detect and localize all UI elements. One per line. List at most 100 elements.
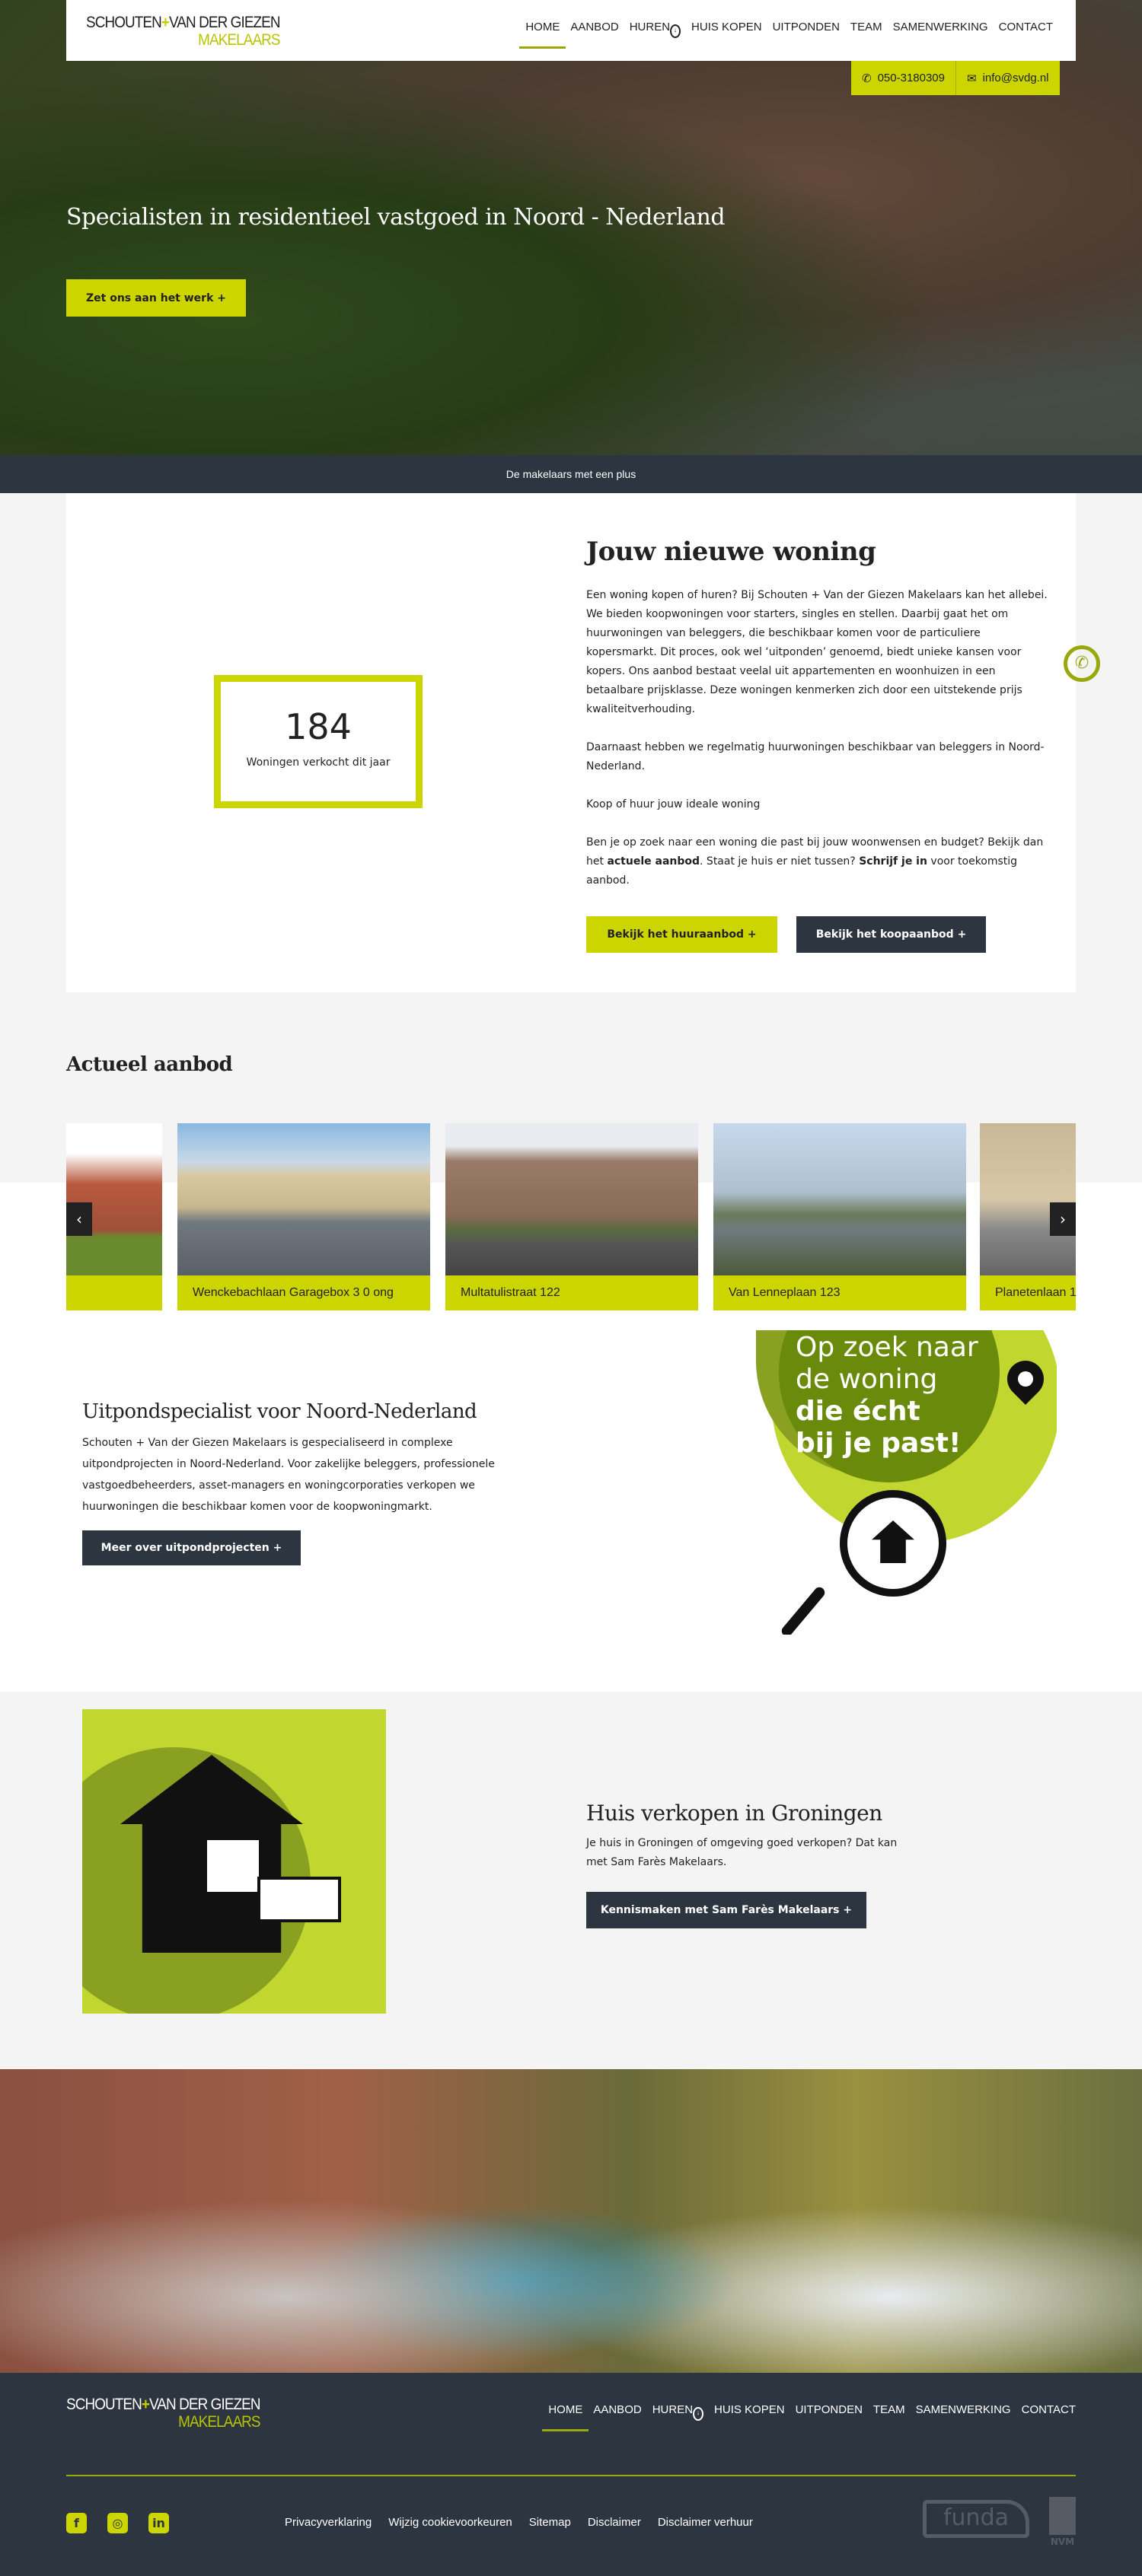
stat-value: 184 <box>285 706 352 747</box>
logo-text: VAN DER GIEZEN <box>148 2396 261 2413</box>
property-card[interactable]: Van Lenneplaan 123 <box>713 1123 966 1310</box>
magnifier-handle <box>779 1584 828 1635</box>
stat-box: 184 Woningen verkocht dit jaar <box>214 675 423 808</box>
intro-title: Jouw nieuwe woning <box>586 537 876 567</box>
phone-link[interactable]: ✆ 050-3180309 <box>851 61 955 95</box>
funda-logo[interactable]: funda <box>923 2500 1029 2538</box>
verkopen-title: Huis verkopen in Groningen <box>586 1801 882 1826</box>
kennismaken-button[interactable]: Kennismaken met Sam Farès Makelaars + <box>586 1892 866 1928</box>
social-links: f ◎ in <box>66 2513 169 2533</box>
hero-cta-button[interactable]: Zet ons aan het werk + <box>66 279 246 317</box>
sitemap-link[interactable]: Sitemap <box>529 2516 571 2529</box>
illus-line: die écht <box>796 1396 920 1427</box>
nav-uitponden[interactable]: UITPONDEN <box>773 21 840 49</box>
house-sale-illustration <box>82 1709 386 2014</box>
schrijf-je-in-link[interactable]: Schrijf je in <box>859 855 927 868</box>
property-image <box>713 1123 966 1275</box>
property-address: Multatulistraat 122 <box>445 1275 698 1310</box>
email-link[interactable]: ✉ info@svdg.nl <box>955 61 1060 95</box>
cookie-link[interactable]: Wijzig cookievoorkeuren <box>388 2516 512 2529</box>
huuraanbod-button[interactable]: Bekijk het huuraanbod + <box>586 916 777 953</box>
uitpond-button[interactable]: Meer over uitpondprojecten + <box>82 1530 301 1565</box>
nav-samenwerking[interactable]: SAMENWERKING <box>916 2403 1011 2431</box>
nav-label: HUREN <box>652 2403 694 2416</box>
hero-title: Specialisten in residentieel vastgoed in… <box>66 204 726 231</box>
footer: SCHOUTEN+VAN DER GIEZEN MAKELAARS HOME A… <box>0 2373 1142 2576</box>
disclaimer-link[interactable]: Disclaimer <box>588 2516 641 2529</box>
intro-paragraph: Daarnaast hebben we regelmatig huurwonin… <box>586 741 1045 772</box>
property-card[interactable]: Multatulistraat 122 <box>445 1123 698 1310</box>
nav-huis-kopen[interactable]: HUIS KOPEN <box>714 2403 785 2431</box>
contact-bar: ✆ 050-3180309 ✉ info@svdg.nl <box>851 61 1060 95</box>
main-nav: HOME AANBOD HUREN ↓ HUIS KOPEN UITPONDEN … <box>519 21 1053 49</box>
carousel-next-button[interactable]: › <box>1050 1202 1076 1236</box>
logo-text: SCHOUTEN <box>66 2396 142 2413</box>
property-address: Van Lenneplaan 123 <box>713 1275 966 1310</box>
intro-paragraph: Een woning kopen of huren? Bij Schouten … <box>586 589 1048 715</box>
logo-plus: + <box>161 14 170 31</box>
property-address <box>66 1275 162 1310</box>
mail-icon: ✉ <box>967 72 977 85</box>
property-address: Planetenlaan 1 <box>980 1275 1076 1310</box>
actuele-aanbod-link[interactable]: actuele aanbod <box>607 855 700 868</box>
nvm-mark <box>1049 2497 1076 2535</box>
search-illustration: Op zoek naar de woning die écht bij je p… <box>756 1330 1057 1635</box>
nav-home[interactable]: HOME <box>519 21 566 49</box>
illus-line: bij je past! <box>796 1428 962 1459</box>
property-address: Wenckebachlaan Garagebox 3 0 ong <box>177 1275 430 1310</box>
nav-home[interactable]: HOME <box>542 2403 589 2431</box>
linkedin-icon[interactable]: in <box>148 2513 169 2533</box>
team-photo <box>0 2069 1142 2373</box>
nav-huis-kopen[interactable]: HUIS KOPEN <box>691 21 762 49</box>
nav-team[interactable]: TEAM <box>873 2403 905 2431</box>
instagram-icon[interactable]: ◎ <box>107 2513 128 2533</box>
phone-number: 050-3180309 <box>877 72 945 84</box>
nav-huren[interactable]: HUREN ↓ <box>652 2403 704 2431</box>
property-image <box>177 1123 430 1275</box>
footer-divider <box>66 2475 1076 2476</box>
whatsapp-icon[interactable]: ✆ <box>1064 645 1100 682</box>
footer-logo[interactable]: SCHOUTEN+VAN DER GIEZEN MAKELAARS <box>66 2396 261 2431</box>
nav-contact[interactable]: CONTACT <box>999 21 1053 49</box>
phone-icon: ✆ <box>862 72 872 85</box>
property-image <box>445 1123 698 1275</box>
intro-text: Een woning kopen of huren? Bij Schouten … <box>586 586 1051 890</box>
illus-line: de woning <box>796 1364 938 1395</box>
koopaanbod-button[interactable]: Bekijk het koopaanbod + <box>796 916 986 953</box>
nav-contact[interactable]: CONTACT <box>1022 2403 1076 2431</box>
text: . Staat je huis er niet tussen? <box>700 855 860 868</box>
nav-uitponden[interactable]: UITPONDEN <box>796 2403 863 2431</box>
intro-paragraph: Ben je op zoek naar een woning die past … <box>586 833 1051 890</box>
email-address: info@svdg.nl <box>982 72 1049 84</box>
logo-text: SCHOUTEN <box>86 14 162 31</box>
illus-line: Op zoek naar <box>796 1332 978 1363</box>
nav-aanbod[interactable]: AANBOD <box>593 2403 641 2431</box>
tagline-band: De makelaars met een plus <box>0 455 1142 493</box>
disclaimer-verhuur-link[interactable]: Disclaimer verhuur <box>658 2516 753 2529</box>
privacy-link[interactable]: Privacyverklaring <box>285 2516 372 2529</box>
carousel-prev-button[interactable]: ‹ <box>66 1202 92 1236</box>
nvm-text: NVM <box>1050 2536 1075 2547</box>
magnifier-icon <box>840 1490 946 1597</box>
nav-aanbod[interactable]: AANBOD <box>570 21 618 49</box>
property-image <box>66 1123 162 1275</box>
logo-text: VAN DER GIEZEN <box>168 14 281 31</box>
logo[interactable]: SCHOUTEN+VAN DER GIEZEN MAKELAARS <box>86 14 281 49</box>
chevron-down-icon: ↓ <box>670 24 681 38</box>
footer-links: Privacyverklaring Wijzig cookievoorkeure… <box>285 2516 753 2529</box>
sale-sign-icon <box>257 1877 341 1922</box>
intro-paragraph: Koop of huur jouw ideale woning <box>586 798 761 810</box>
property-card[interactable]: Wenckebachlaan Garagebox 3 0 ong <box>177 1123 430 1310</box>
nav-huren[interactable]: HUREN ↓ <box>630 21 681 49</box>
facebook-icon[interactable]: f <box>66 2513 87 2533</box>
house-icon <box>872 1520 914 1563</box>
illustration-text: Op zoek naar de woning die écht bij je p… <box>796 1332 978 1460</box>
nvm-logo[interactable]: NVM <box>1049 2497 1076 2549</box>
site-header: SCHOUTEN+VAN DER GIEZEN MAKELAARS HOME A… <box>66 0 1076 61</box>
nav-samenwerking[interactable]: SAMENWERKING <box>893 21 988 49</box>
aanbod-title: Actueel aanbod <box>66 1053 233 1076</box>
uitpond-title: Uitpondspecialist voor Noord-Nederland <box>82 1400 477 1423</box>
logo-subtext: MAKELAARS <box>178 2413 260 2431</box>
verkopen-text: Je huis in Groningen of omgeving goed ve… <box>586 1837 898 1868</box>
nav-team[interactable]: TEAM <box>850 21 882 49</box>
